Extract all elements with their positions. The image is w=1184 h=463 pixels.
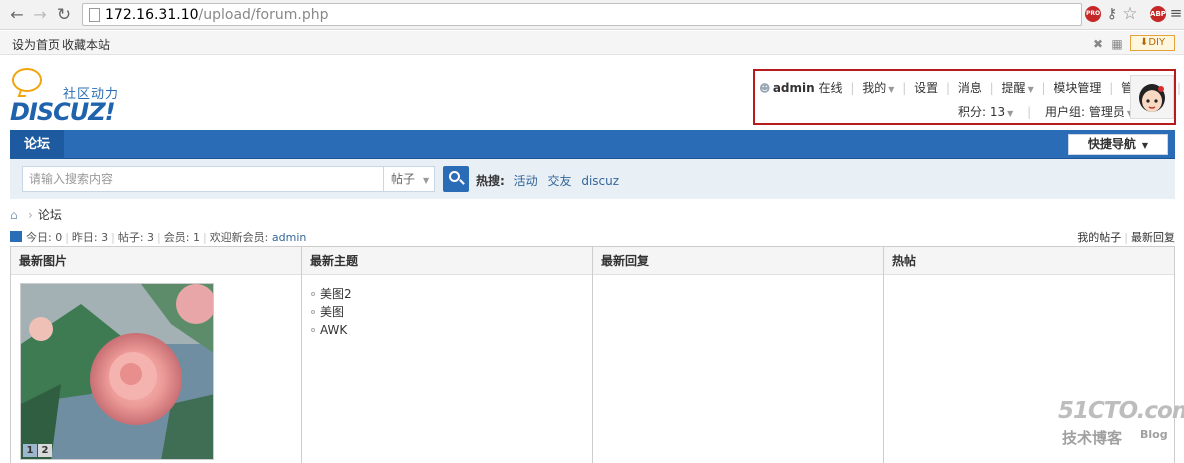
search-input[interactable]: 请输入搜索内容 (22, 166, 383, 192)
main-nav: 论坛 快捷导航 ▼ (10, 130, 1175, 159)
list-item[interactable]: AWK (311, 321, 352, 339)
forum-grid: 最新图片 1 2 最新主题 美图2 美图 AWK 最新回复 热帖 (10, 246, 1175, 463)
hot-label: 热搜: (476, 174, 505, 188)
my-menu[interactable]: 我的 ▼ (862, 81, 894, 95)
messages-link[interactable]: 消息 (958, 81, 982, 95)
latest-images-column: 最新图片 1 2 (11, 247, 302, 463)
block-admin-link[interactable]: 模块管理 (1053, 81, 1101, 95)
slide-page-button[interactable]: 2 (38, 444, 52, 457)
browser-toolbar: ← → ↻ 172.16.31.10/upload/forum.php PRO … (0, 0, 1184, 30)
user-stats-row: 积分: 13▼ | 用户组: 管理员▼ (958, 103, 1133, 120)
hot-searches: 热搜: 活动 交友 discuz (476, 172, 625, 189)
pro-icon[interactable]: PRO (1085, 6, 1101, 22)
search-type-select[interactable]: 帖子 ▼ (383, 166, 435, 192)
settings-link[interactable]: 设置 (914, 81, 938, 95)
latest-replies-link[interactable]: 最新回复 (1131, 231, 1175, 244)
latest-image-slide[interactable]: 12 (20, 283, 214, 460)
hot-term-link[interactable]: 交友 (547, 174, 571, 188)
address-bar[interactable]: 172.16.31.10/upload/forum.php (82, 3, 1082, 26)
slide-page-button[interactable]: 1 (23, 444, 37, 457)
set-home-link[interactable]: 设为首页 (12, 36, 60, 53)
watermark-subtitle: 技术博客 (1062, 429, 1123, 447)
palette-icon[interactable]: ▦ (1110, 37, 1124, 51)
username-link[interactable]: admin (773, 81, 815, 95)
my-posts-link[interactable]: 我的帖子 (1077, 231, 1121, 244)
bookmark-site-link[interactable]: 收藏本站 (62, 36, 110, 53)
key-icon[interactable]: ⚷ (1104, 6, 1120, 22)
slide-pager: 12 (23, 444, 53, 457)
watermark: 51CTO.com (1058, 398, 1184, 424)
column-header: 最新回复 (593, 247, 883, 275)
watermark-blog: Blog (1140, 428, 1168, 441)
search-button[interactable] (443, 166, 469, 192)
logo-bubble-icon (12, 68, 42, 92)
forum-stats: 今日: 0 | 昨日: 3 | 帖子: 3 | 会员: 1 | 欢迎新会员: admin (10, 229, 306, 245)
hot-posts-column: 热帖 (884, 247, 1174, 463)
quick-nav-button[interactable]: 快捷导航 ▼ (1068, 134, 1168, 155)
latest-topics-column: 最新主题 美图2 美图 AWK (302, 247, 593, 463)
usergroup-menu[interactable]: 用户组: 管理员▼ (1045, 105, 1133, 119)
url-text[interactable]: 172.16.31.10/upload/forum.php (105, 6, 329, 24)
breadcrumb: ⌂ › 论坛 (10, 208, 62, 222)
latest-replies-column: 最新回复 (593, 247, 884, 463)
diy-button[interactable]: ⬇DIY (1130, 35, 1175, 51)
online-status: 在线 (818, 81, 843, 95)
back-icon[interactable]: ← (6, 4, 28, 26)
stat-links: 我的帖子 | 最新回复 (1077, 231, 1175, 244)
list-item[interactable]: 美图 (311, 303, 352, 321)
home-icon[interactable]: ⌂ (10, 209, 23, 221)
column-header: 最新主题 (302, 247, 592, 275)
forward-icon[interactable]: → (29, 4, 51, 26)
search-bar: 请输入搜索内容 帖子 ▼ 热搜: 活动 交友 discuz (10, 159, 1175, 199)
user-info-box: ☻ admin 在线 | 我的 ▼ | 设置 | 消息 | 提醒 ▼ | 模块管理 … (753, 69, 1181, 125)
column-header: 热帖 (884, 247, 1174, 275)
topic-list: 美图2 美图 AWK (311, 285, 352, 339)
column-header: 最新图片 (11, 247, 301, 275)
hot-term-link[interactable]: discuz (581, 174, 619, 188)
nav-forum-tab[interactable]: 论坛 (10, 130, 64, 159)
user-links-row: ☻ admin 在线 | 我的 ▼ | 设置 | 消息 | 提醒 ▼ | 模块管理 … (759, 81, 1182, 95)
list-item[interactable]: 美图2 (311, 285, 352, 303)
user-icon: ☻ (759, 82, 771, 95)
avatar[interactable] (1130, 75, 1174, 119)
collapse-icon[interactable]: ✖ (1091, 37, 1105, 51)
wrench-menu-icon[interactable]: ≡ (1168, 6, 1184, 22)
new-member-link[interactable]: admin (272, 231, 306, 244)
site-topbar: 设为首页 收藏本站 ✖ ▦ ⬇DIY (0, 31, 1184, 55)
breadcrumb-current[interactable]: 论坛 (38, 208, 62, 222)
hot-term-link[interactable]: 活动 (514, 174, 538, 188)
credits-menu[interactable]: 积分: 13 ▼ (958, 105, 1013, 119)
bookmark-star-icon[interactable]: ☆ (1122, 6, 1138, 23)
page-icon (89, 8, 100, 22)
reminders-menu[interactable]: 提醒 ▼ (1002, 81, 1034, 95)
reload-icon[interactable]: ↻ (53, 4, 75, 26)
logo[interactable]: DISCUZ! (10, 98, 116, 126)
stats-chart-icon (10, 231, 22, 242)
abp-icon[interactable]: ABP (1150, 6, 1166, 22)
